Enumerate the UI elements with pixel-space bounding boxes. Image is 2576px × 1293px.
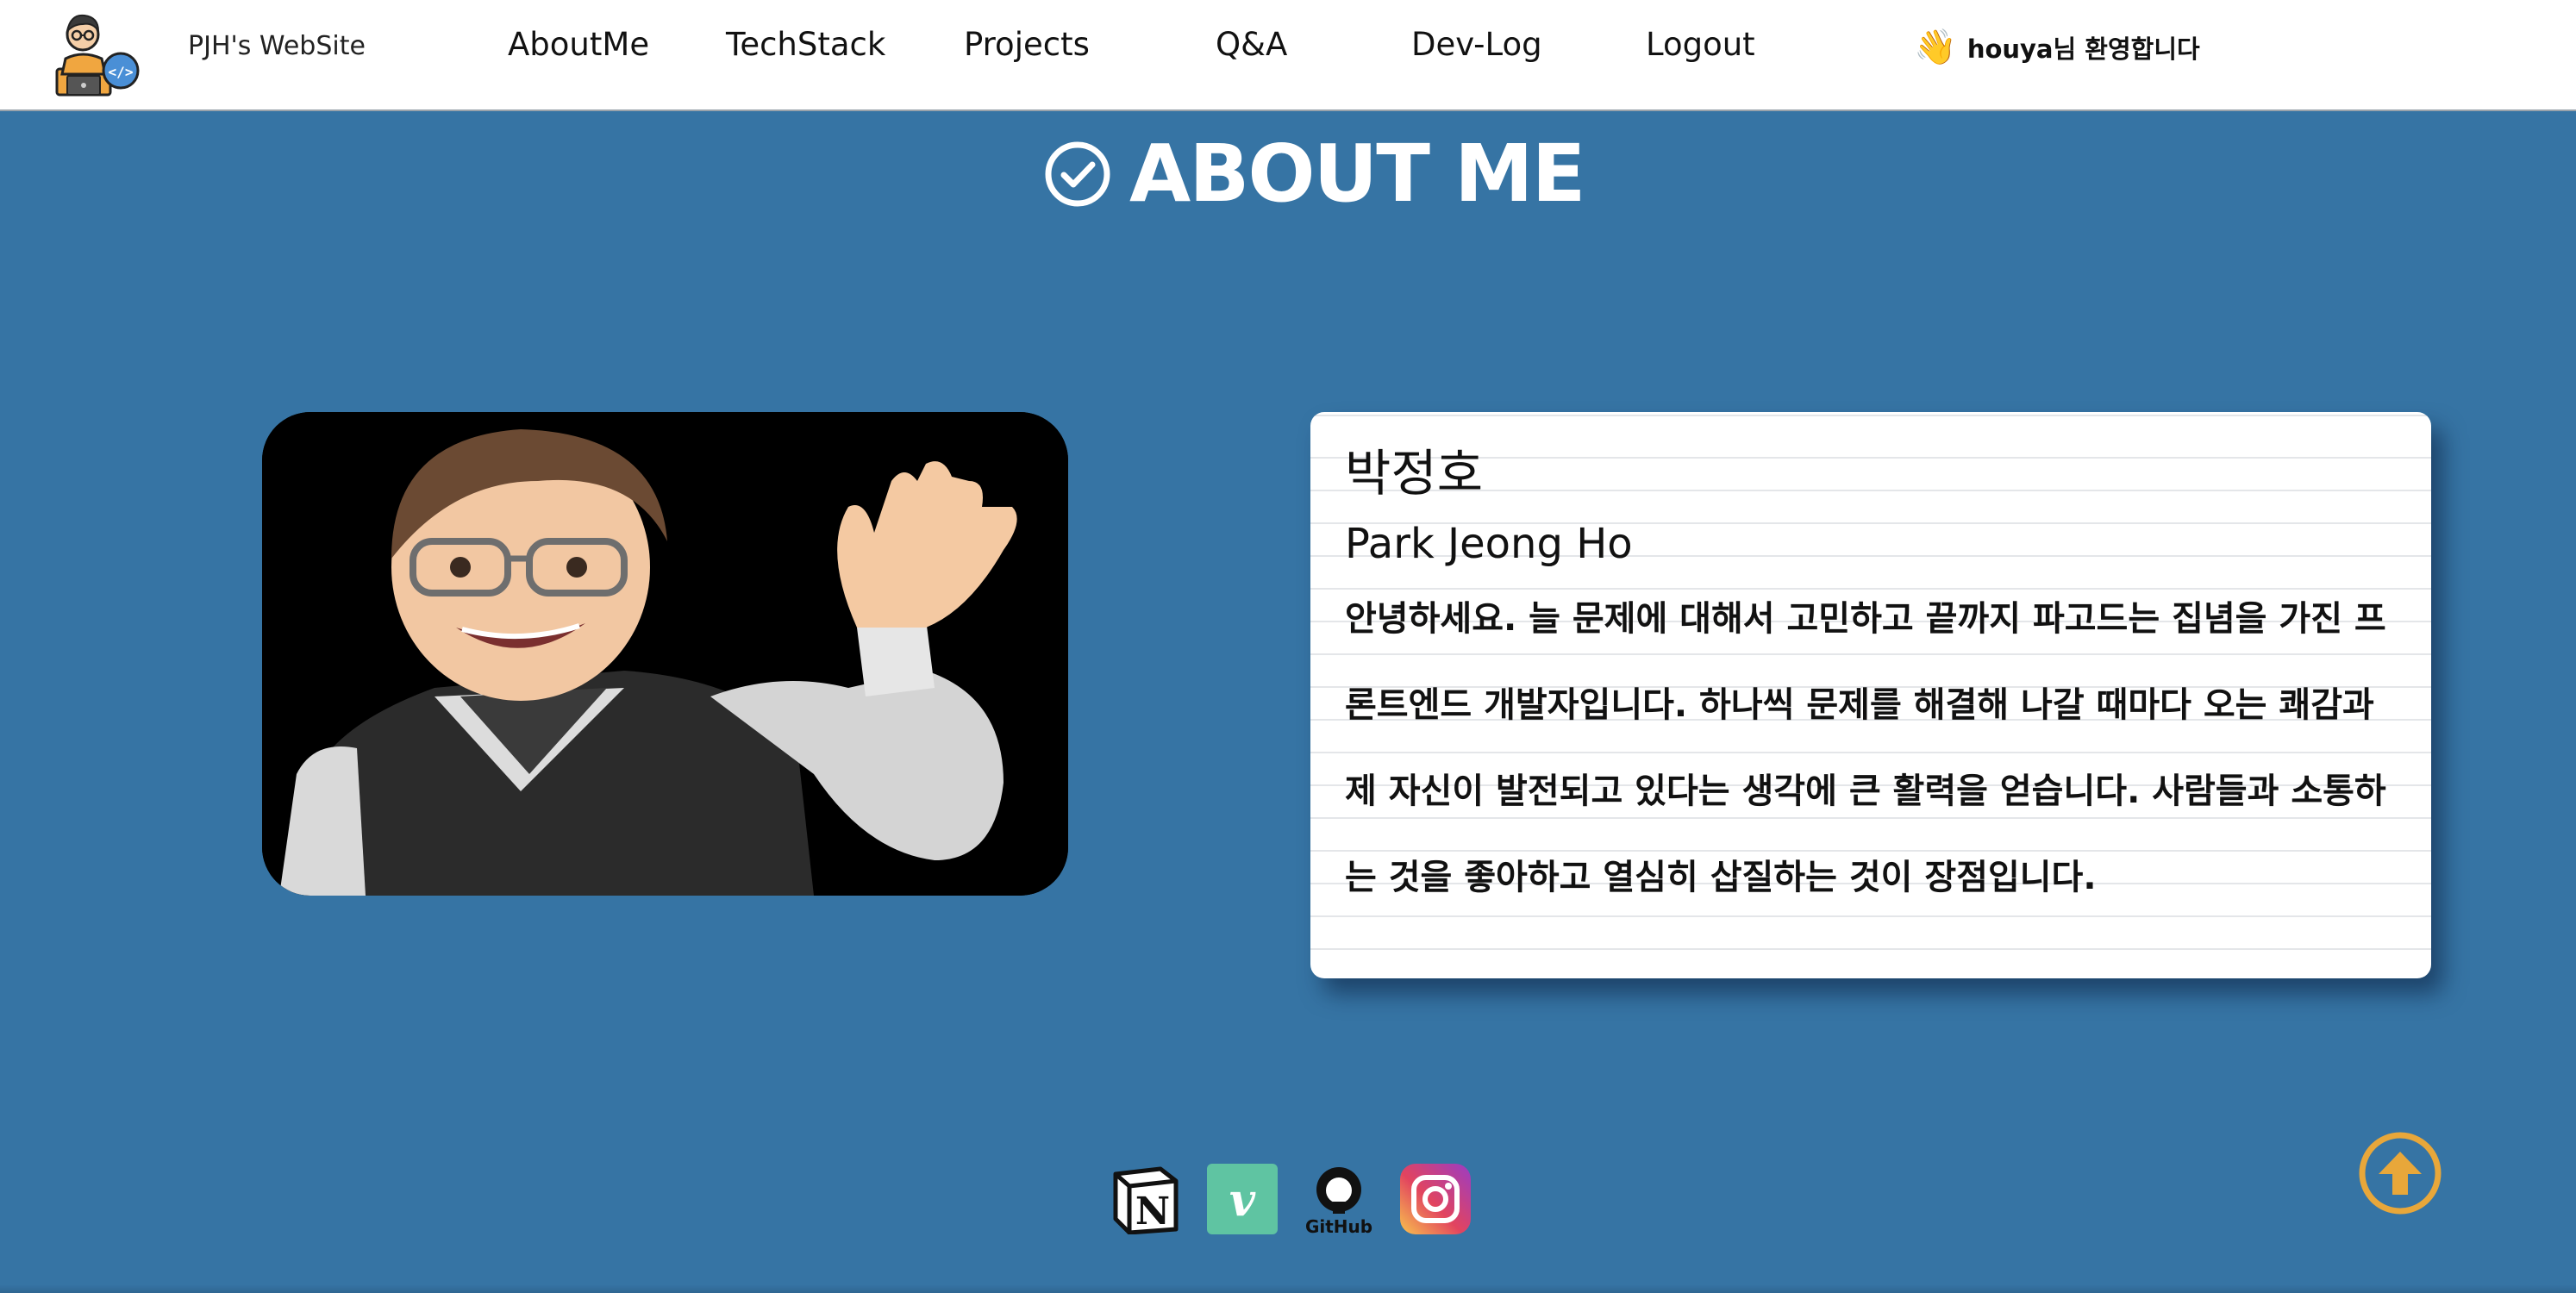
profile-name-korean: 박정호 xyxy=(1345,444,1484,503)
social-links: N v GitHub xyxy=(1110,1164,1471,1234)
developer-logo-icon[interactable]: </> xyxy=(48,7,141,97)
nav-qna[interactable]: Q&A xyxy=(1216,26,1287,63)
top-nav-bar: </> PJH's WebSite AboutMe TechStack Proj… xyxy=(0,0,2576,111)
waving-hand-icon: 👋 xyxy=(1914,28,1957,67)
welcome-message: 👋 houya님 환영합니다 xyxy=(1914,29,2200,66)
profile-avatar xyxy=(262,412,1068,896)
nav-devlog[interactable]: Dev-Log xyxy=(1411,26,1542,63)
velog-letter: v xyxy=(1229,1174,1256,1227)
velog-icon[interactable]: v xyxy=(1207,1164,1278,1234)
profile-card: 박정호 Park Jeong Ho 안녕하세요. 늘 문제에 대해서 고민하고 … xyxy=(1310,412,2431,978)
welcome-text: houya님 환영합니다 xyxy=(1966,34,2200,64)
section-heading: ABOUT ME xyxy=(1043,128,1585,220)
section-title: ABOUT ME xyxy=(1129,128,1585,220)
nav-logout[interactable]: Logout xyxy=(1646,26,1755,63)
scroll-to-top-icon[interactable] xyxy=(2358,1131,2442,1215)
nav-aboutme[interactable]: AboutMe xyxy=(508,26,649,63)
notion-letter: N xyxy=(1135,1190,1170,1234)
github-icon[interactable]: GitHub xyxy=(1304,1164,1374,1234)
site-title[interactable]: PJH's WebSite xyxy=(188,31,366,61)
profile-name-english: Park Jeong Ho xyxy=(1345,520,1633,568)
memoji-avatar-image xyxy=(262,412,1068,896)
nav-techstack[interactable]: TechStack xyxy=(726,26,885,63)
check-circle-icon xyxy=(1045,141,1110,207)
instagram-icon[interactable] xyxy=(1400,1164,1471,1234)
github-label: GitHub xyxy=(1305,1216,1372,1234)
profile-introduction: 안녕하세요. 늘 문제에 대해서 고민하고 끝까지 파고드는 집념을 가진 프론… xyxy=(1345,599,2386,897)
notion-icon[interactable]: N xyxy=(1110,1164,1181,1234)
svg-text:</>: </> xyxy=(109,64,134,80)
nav-projects[interactable]: Projects xyxy=(964,26,1090,63)
footer-shade xyxy=(0,1284,2576,1293)
